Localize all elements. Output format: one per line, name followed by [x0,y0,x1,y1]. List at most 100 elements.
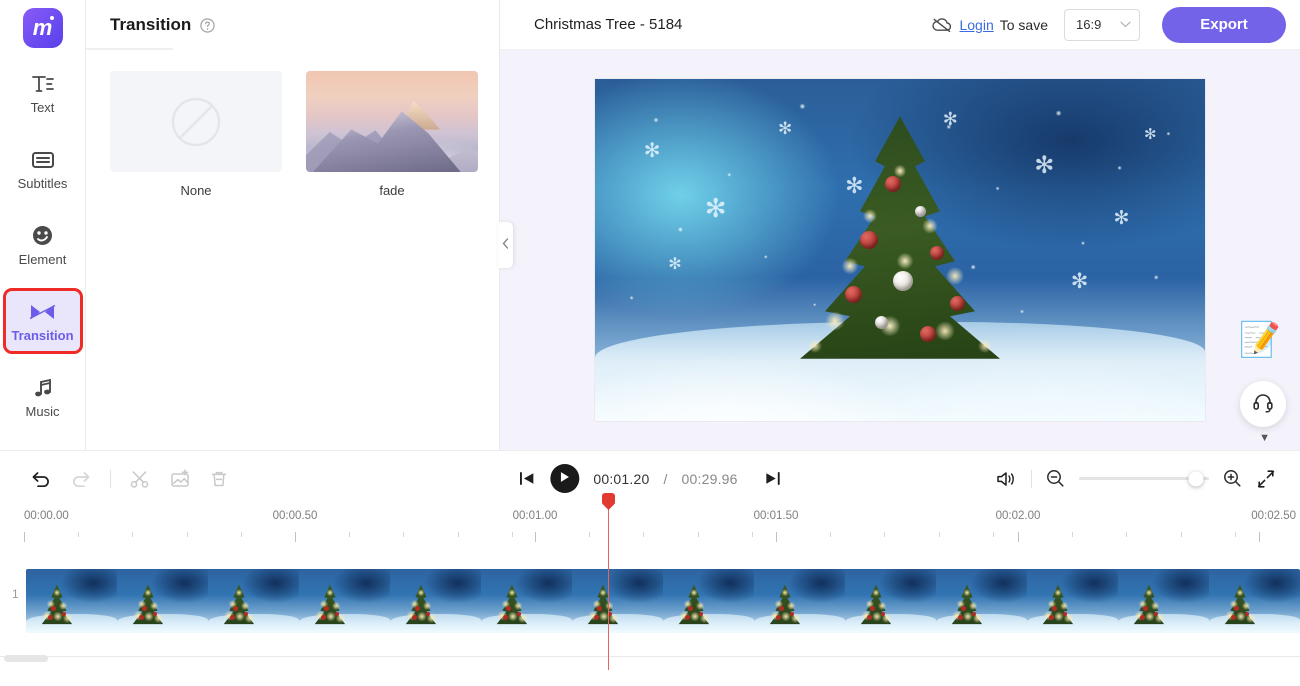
ruler-tick-minor [830,532,832,537]
sidebar-item-label: Text [30,99,55,115]
export-button[interactable]: Export [1162,6,1286,43]
play-button[interactable] [550,464,580,493]
edit-tools [0,468,229,489]
skip-previous-icon[interactable] [518,470,536,487]
panel-collapse-handle[interactable] [498,222,513,268]
track-thumbnail[interactable] [663,569,754,633]
play-icon [559,470,570,488]
ruler-tick-minor [186,532,188,537]
sidebar-item-text[interactable]: Text [5,62,81,124]
ruler-tick-major [535,532,536,542]
ruler-label: 00:00.00 [24,510,69,522]
undo-icon[interactable] [30,469,52,489]
track-thumbnail[interactable] [754,569,845,633]
transport-controls: 00:01.20 / 00:29.96 [518,464,781,493]
transition-panel: Transition None fade [86,0,500,450]
ruler-tick-minor [78,532,80,537]
question-circle-icon[interactable] [200,17,215,33]
total-time: 00:29.96 [681,470,738,487]
horizontal-scrollbar-track [0,656,1300,666]
track-thumbnail[interactable] [936,569,1027,633]
ruler-tick-minor [1234,532,1236,537]
ruler-tick-major [1018,532,1019,542]
sidebar-item-transition[interactable]: Transition [2,288,83,354]
aspect-ratio-select[interactable]: 16:9 [1064,8,1140,41]
tile-label: fade [379,183,405,198]
ruler-tick-minor [643,532,645,537]
headset-icon [1252,391,1274,418]
subtitles-icon [31,148,55,172]
collapse-arrows-icon[interactable] [1256,469,1276,489]
tile-preview [110,71,282,172]
ruler-tick-minor [1180,532,1182,537]
sidebar-item-label: Transition [11,327,74,343]
cloud-off-icon [931,16,953,34]
tile-label: None [180,183,212,198]
christmas-tree [775,116,1025,367]
current-time: 00:01.20 [593,470,650,487]
ruler-tick-minor [1126,532,1128,537]
video-track[interactable] [26,569,1300,633]
timeline-ruler[interactable]: 00:00.00 00:00.50 00:01.00 00:01.50 00:0… [0,506,1300,551]
sidebar-item-element[interactable]: Element [5,214,81,276]
track-thumbnail[interactable] [1118,569,1209,633]
transition-tile-none[interactable]: None [110,71,282,198]
image-add-icon[interactable] [169,468,191,489]
ruler-ticks [0,532,1300,542]
ruler-tick-major [295,532,296,542]
app-logo[interactable]: m [22,8,63,48]
transition-icon [29,300,56,324]
track-thumbnail[interactable] [481,569,572,633]
aspect-ratio-value: 16:9 [1076,17,1102,32]
notepad-pencil-icon[interactable]: 📝 [1232,312,1288,368]
login-link[interactable]: Login [959,17,993,33]
no-entry-icon [170,96,222,148]
left-sidebar: m Text Subtitles Element Transition Musi… [0,0,86,450]
preview-stage: ✻ ✻ ✻ ✻ ✻ ✻ ✻ ✻ ✻ ✻ [500,50,1300,450]
track-thumbnail[interactable] [572,569,663,633]
tile-preview [306,71,478,172]
track-thumbnail[interactable] [1209,569,1300,633]
preview-area: Christmas Tree - 5184 Login To save 16:9… [500,0,1300,450]
top-header: Christmas Tree - 5184 Login To save 16:9… [500,0,1300,50]
zoom-slider-handle[interactable] [1188,471,1204,486]
zoom-in-icon[interactable] [1223,469,1242,488]
track-thumbnail[interactable] [845,569,936,633]
trash-icon[interactable] [209,469,229,489]
horizontal-scrollbar-thumb[interactable] [4,655,48,662]
sidebar-item-music[interactable]: Music [5,366,81,428]
more-panels-chevron-down-icon[interactable]: ▼ [1259,432,1270,444]
logo-letter: m [32,15,53,40]
track-thumbnail[interactable] [117,569,208,633]
to-save-label: To save [999,16,1048,33]
redo-icon[interactable] [70,469,92,489]
save-status-group: Login To save [931,16,1048,34]
support-button[interactable] [1240,381,1286,427]
transition-tile-fade[interactable]: fade [306,71,478,198]
zoom-slider[interactable] [1079,471,1209,486]
chevron-down-icon [1120,21,1131,28]
toolbar-divider [110,469,111,488]
time-separator: / [663,470,668,487]
playhead[interactable] [608,505,609,670]
ruler-tick-minor [751,532,753,537]
zoom-out-icon[interactable] [1046,469,1065,488]
sidebar-item-subtitles[interactable]: Subtitles [5,138,81,200]
track-thumbnail[interactable] [26,569,117,633]
track-thumbnail[interactable] [208,569,299,633]
ruler-label: 00:02.50 [1251,510,1296,522]
element-icon [31,224,54,248]
skip-next-icon[interactable] [764,470,782,487]
track-number: 1 [12,587,19,601]
ruler-label: 00:02.00 [995,510,1041,522]
volume-icon[interactable] [995,469,1017,489]
track-thumbnail[interactable] [299,569,390,633]
video-canvas[interactable]: ✻ ✻ ✻ ✻ ✻ ✻ ✻ ✻ ✻ ✻ [595,79,1205,421]
scissors-icon[interactable] [129,469,151,489]
track-thumbnail[interactable] [390,569,481,633]
timeline-toolbar: 00:01.20 / 00:29.96 [0,451,1300,506]
transition-tile-list: None fade [86,50,499,198]
ruler-tick-minor [697,532,699,537]
ruler-tick-minor [589,532,591,537]
track-thumbnail[interactable] [1027,569,1118,633]
